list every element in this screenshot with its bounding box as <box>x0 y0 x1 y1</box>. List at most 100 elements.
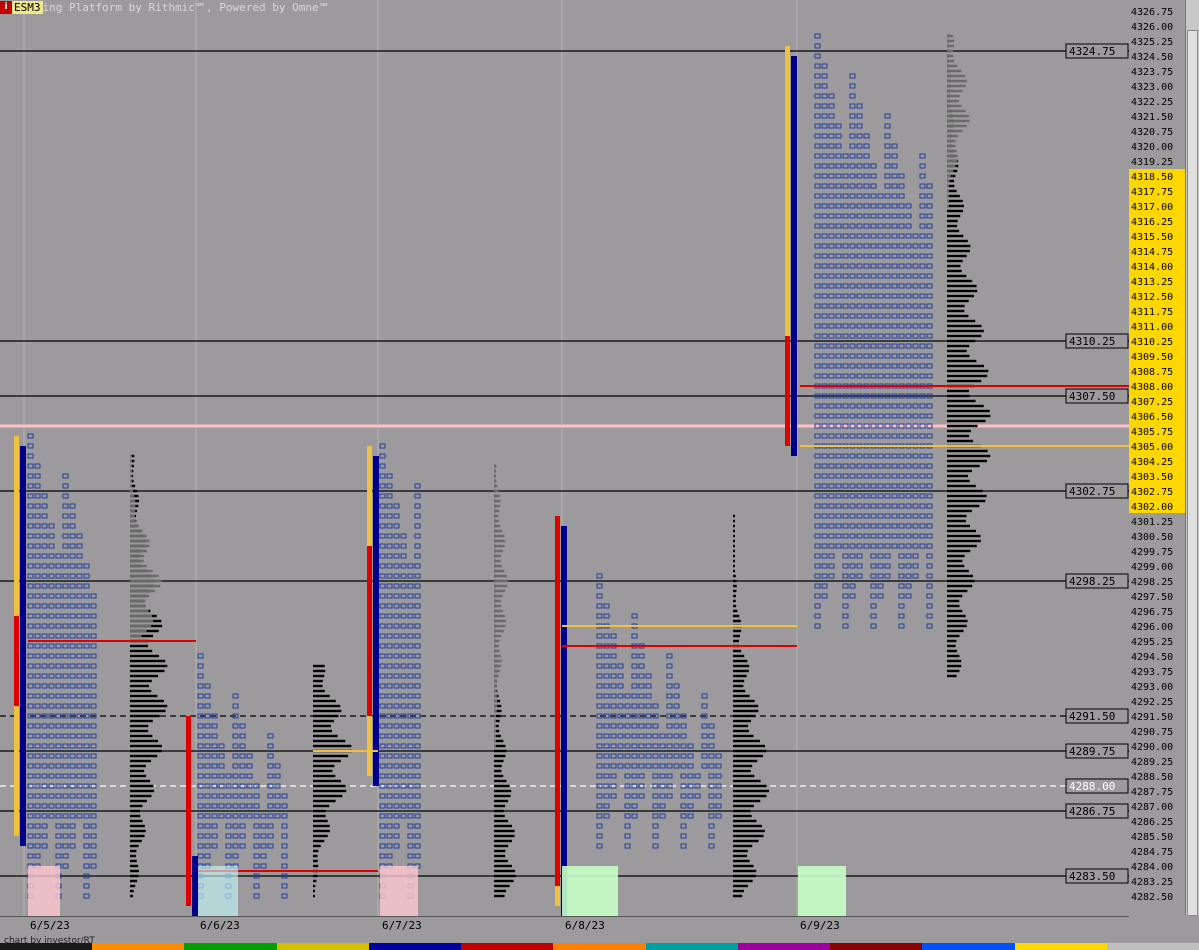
tpo-letter <box>69 593 76 599</box>
profile-bar <box>494 679 498 683</box>
tpo-letter <box>281 893 288 899</box>
tpo-letter <box>870 533 877 539</box>
tpo-letter <box>926 353 933 359</box>
profile-bar <box>947 539 981 543</box>
tpo-letter <box>666 773 673 779</box>
profile-bar <box>733 819 757 823</box>
tpo-letter <box>379 583 386 589</box>
tpo-letter <box>414 543 421 549</box>
tpo-letter <box>849 473 856 479</box>
tpo-letter <box>386 553 393 559</box>
tpo-letter <box>596 693 603 699</box>
tpo-letter <box>631 693 638 699</box>
tpo-letter <box>835 353 842 359</box>
tpo-letter <box>253 833 260 839</box>
profile-bar <box>947 34 954 38</box>
scrollbar-thumb[interactable] <box>1187 30 1198 916</box>
tpo-letter <box>631 673 638 679</box>
vertical-scrollbar[interactable] <box>1185 0 1199 916</box>
tpo-letter <box>414 483 421 489</box>
tpo-letter <box>246 803 253 809</box>
profile-bar <box>494 509 500 513</box>
tpo-letter <box>701 763 708 769</box>
tpo-letter <box>400 793 407 799</box>
tpo-letter <box>884 403 891 409</box>
profile-bar <box>313 774 336 778</box>
tpo-letter <box>69 673 76 679</box>
profile-bar <box>733 789 769 793</box>
tpo-letter <box>877 483 884 489</box>
tpo-letter <box>610 773 617 779</box>
tpo-letter <box>884 363 891 369</box>
tpo-letter <box>27 693 34 699</box>
tpo-letter <box>905 583 912 589</box>
tpo-letter <box>905 463 912 469</box>
tpo-letter <box>48 773 55 779</box>
tpo-letter <box>260 823 267 829</box>
tpo-letter <box>62 833 69 839</box>
tpo-letter <box>204 773 211 779</box>
tpo-letter <box>55 563 62 569</box>
tpo-letter <box>624 773 631 779</box>
tpo-letter <box>849 93 856 99</box>
tpo-letter <box>393 503 400 509</box>
tpo-letter <box>386 563 393 569</box>
tpo-letter <box>645 753 652 759</box>
profile-bar <box>947 474 969 478</box>
tpo-letter <box>393 753 400 759</box>
tpo-letter <box>90 683 97 689</box>
session-range-bar <box>367 546 372 716</box>
tpo-letter <box>891 213 898 219</box>
tpo-letter <box>919 433 926 439</box>
profile-bar <box>947 609 963 613</box>
tpo-letter <box>55 683 62 689</box>
market-profile-chart[interactable]: 6/5/23 6/6/23 6/7/23 6/8/23 6/9/234324.75431… <box>0 0 1129 950</box>
tpo-letter <box>76 683 83 689</box>
profile-bar <box>733 639 739 643</box>
tpo-letter <box>414 613 421 619</box>
tpo-letter <box>828 283 835 289</box>
tpo-letter <box>708 753 715 759</box>
volume-profile-day1-upper <box>130 454 162 638</box>
tpo-letter <box>905 323 912 329</box>
price-tick-label: 4305.75 <box>1131 427 1173 438</box>
tpo-letter <box>90 863 97 869</box>
tpo-letter <box>76 633 83 639</box>
tpo-letter <box>828 123 835 129</box>
tpo-letter <box>870 263 877 269</box>
tpo-letter <box>603 753 610 759</box>
info-icon[interactable]: i <box>0 0 12 14</box>
profile-bar <box>494 719 496 723</box>
profile-bar <box>733 829 765 833</box>
profile-bar <box>947 199 963 203</box>
tpo-letter <box>849 193 856 199</box>
tpo-letter <box>281 853 288 859</box>
tpo-letter <box>863 413 870 419</box>
tpo-letter <box>856 413 863 419</box>
tpo-letter <box>41 503 48 509</box>
tpo-letter <box>814 113 821 119</box>
tpo-letter <box>27 623 34 629</box>
tpo-letter <box>884 303 891 309</box>
tpo-letter <box>407 673 414 679</box>
tpo-letter <box>870 593 877 599</box>
profile-bar <box>494 884 510 888</box>
tpo-letter <box>211 763 218 769</box>
tpo-letter <box>638 723 645 729</box>
tpo-letter <box>48 673 55 679</box>
tpo-letter <box>673 763 680 769</box>
tpo-letter <box>55 633 62 639</box>
tpo-letter <box>631 743 638 749</box>
profile-bar <box>313 759 341 763</box>
profile-bar <box>130 509 136 513</box>
profile-bar <box>313 684 323 688</box>
tpo-letter <box>863 353 870 359</box>
profile-bar <box>130 714 160 718</box>
profile-bar <box>130 464 132 468</box>
tpo-letter <box>624 743 631 749</box>
tpo-letter <box>400 593 407 599</box>
tpo-letter <box>842 213 849 219</box>
tpo-letter <box>603 743 610 749</box>
tpo-letter <box>379 773 386 779</box>
tpo-letter <box>849 533 856 539</box>
